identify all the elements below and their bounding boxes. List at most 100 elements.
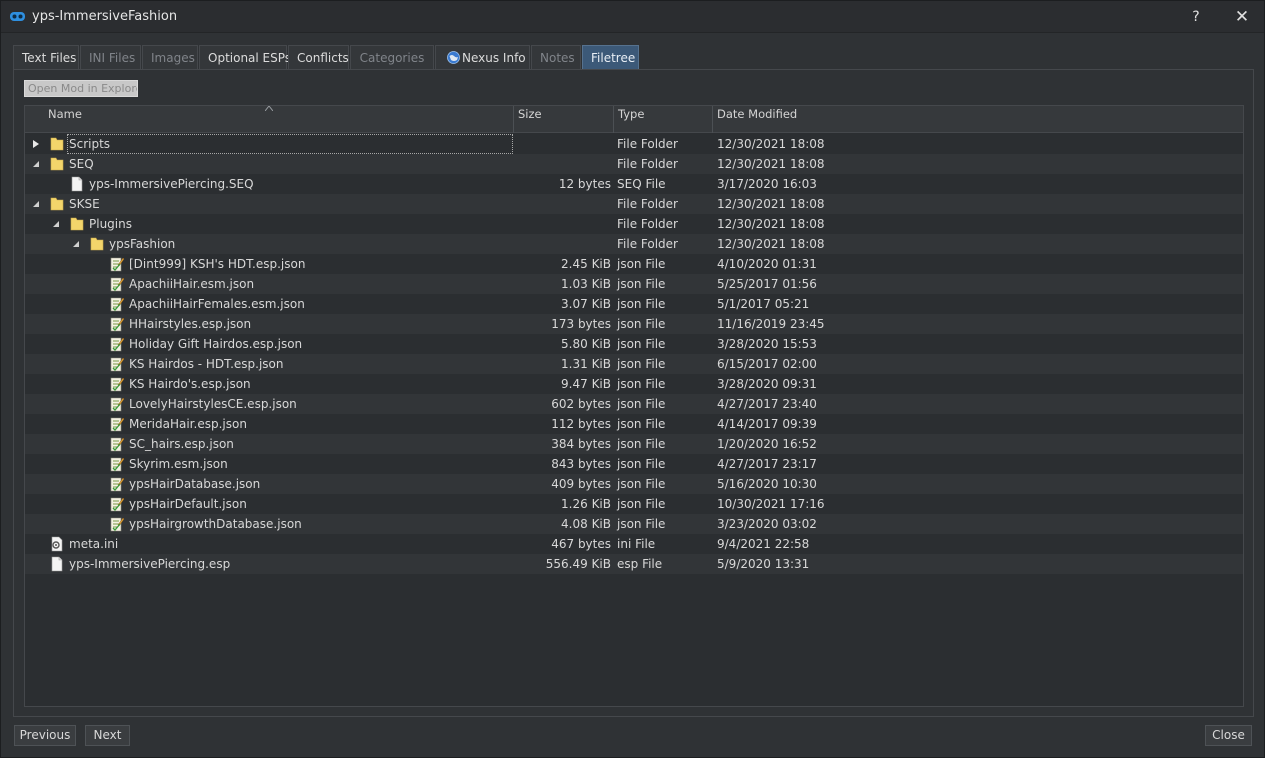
file-name: SEQ: [69, 157, 94, 171]
date-modified: 4/27/2017 23:17: [717, 457, 817, 471]
tree-row[interactable]: ApachiiHairFemales.esm.json 3.07 KiB json …: [25, 294, 1243, 314]
date-modified: 5/25/2017 01:56: [717, 277, 817, 291]
tree-row[interactable]: SKSE File Folder 12/30/2021 18:08: [25, 194, 1243, 214]
tree-row[interactable]: yps-ImmersivePiercing.esp 556.49 KiB esp F…: [25, 554, 1243, 574]
date-modified: 12/30/2021 18:08: [717, 157, 825, 171]
tab-notes[interactable]: Notes: [531, 45, 581, 70]
tree-row[interactable]: Plugins File Folder 12/30/2021 18:08: [25, 214, 1243, 234]
tab-nexus-info[interactable]: Nexus Info: [435, 45, 530, 70]
file-name: [Dint999] KSH's HDT.esp.json: [129, 257, 306, 271]
file-type: SEQ File: [617, 177, 666, 191]
json-file-icon: [110, 417, 125, 432]
file-size: 5.80 KiB: [561, 337, 611, 351]
tree-row[interactable]: ypsHairDefault.json 1.26 KiB json File 10/3…: [25, 494, 1243, 514]
collapse-arrow-icon[interactable]: [72, 240, 80, 248]
date-modified: 12/30/2021 18:08: [717, 137, 825, 151]
globe-icon: [447, 51, 460, 64]
file-name: SC_hairs.esp.json: [129, 437, 234, 451]
tree-row[interactable]: SEQ File Folder 12/30/2021 18:08: [25, 154, 1243, 174]
title-bar[interactable]: yps-ImmersiveFashion ? ✕: [1, 1, 1264, 33]
json-file-icon: [110, 517, 125, 532]
previous-button[interactable]: Previous: [14, 725, 76, 746]
help-button[interactable]: ?: [1173, 1, 1219, 33]
file-name: KS Hairdos - HDT.esp.json: [129, 357, 284, 371]
file-size: 843 bytes: [551, 457, 611, 471]
column-header-date-modified[interactable]: Date Modified: [713, 106, 1243, 133]
file-type: json File: [617, 497, 666, 511]
file-type: json File: [617, 357, 666, 371]
tab-optional-esps[interactable]: Optional ESPs: [199, 45, 291, 70]
expand-arrow-icon[interactable]: [32, 140, 40, 148]
tree-row[interactable]: ApachiiHair.esm.json 1.03 KiB json File 5/2…: [25, 274, 1243, 294]
date-modified: 6/15/2017 02:00: [717, 357, 817, 371]
tree-row[interactable]: KS Hairdos - HDT.esp.json 1.31 KiB json Fi…: [25, 354, 1243, 374]
column-header-type[interactable]: Type: [614, 106, 713, 133]
settings-file-icon: [51, 536, 63, 552]
column-header-size[interactable]: Size: [514, 106, 614, 133]
tab-filetree[interactable]: Filetree: [582, 45, 639, 70]
date-modified: 9/4/2021 22:58: [717, 537, 810, 551]
folder-icon: [50, 197, 64, 211]
tab-images[interactable]: Images: [142, 45, 198, 70]
file-icon: [71, 176, 83, 192]
file-type: json File: [617, 437, 666, 451]
tab-text-files[interactable]: Text Files: [13, 45, 79, 70]
date-modified: 12/30/2021 18:08: [717, 217, 825, 231]
file-name: ypsHairgrowthDatabase.json: [129, 517, 302, 531]
file-name: HHairstyles.esp.json: [129, 317, 252, 331]
tab-categories[interactable]: Categories: [350, 45, 434, 70]
tree-row[interactable]: SC_hairs.esp.json 384 bytes json File 1/20/…: [25, 434, 1243, 454]
file-name: ApachiiHair.esm.json: [129, 277, 255, 291]
tree-row[interactable]: HHairstyles.esp.json 173 bytes json File 11…: [25, 314, 1243, 334]
tree-row[interactable]: yps-ImmersivePiercing.SEQ 12 bytes SEQ Fil…: [25, 174, 1243, 194]
json-file-icon: [110, 397, 125, 412]
date-modified: 3/17/2020 16:03: [717, 177, 817, 191]
tab-ini-files[interactable]: INI Files: [80, 45, 141, 70]
tree-row[interactable]: [Dint999] KSH's HDT.esp.json 2.45 KiB json…: [25, 254, 1243, 274]
date-modified: 1/20/2020 16:52: [717, 437, 817, 451]
date-modified: 5/1/2017 05:21: [717, 297, 810, 311]
tree-row[interactable]: ypsHairDatabase.json 409 bytes json File 5/…: [25, 474, 1243, 494]
file-size: 1.31 KiB: [561, 357, 611, 371]
tree-row[interactable]: meta.ini 467 bytes ini File 9/4/2021 22:58: [25, 534, 1243, 554]
tree-row[interactable]: ypsHairgrowthDatabase.json 4.08 KiB json F…: [25, 514, 1243, 534]
collapse-arrow-icon[interactable]: [32, 200, 40, 208]
json-file-icon: [110, 477, 125, 492]
collapse-arrow-icon[interactable]: [32, 160, 40, 168]
tree-row[interactable]: LovelyHairstylesCE.esp.json 602 bytes json…: [25, 394, 1243, 414]
json-file-icon: [110, 277, 125, 292]
json-file-icon: [110, 437, 125, 452]
file-tree[interactable]: Name Size Type Date Modified Scripts File…: [24, 105, 1244, 707]
close-window-button[interactable]: ✕: [1219, 1, 1265, 33]
file-type: File Folder: [617, 137, 678, 151]
file-size: 9.47 KiB: [561, 377, 611, 391]
date-modified: 4/10/2020 01:31: [717, 257, 817, 271]
app-icon: [10, 12, 25, 21]
date-modified: 3/28/2020 09:31: [717, 377, 817, 391]
tree-row[interactable]: Scripts File Folder 12/30/2021 18:08: [25, 134, 1243, 154]
json-file-icon: [110, 457, 125, 472]
tree-row[interactable]: KS Hairdo's.esp.json 9.47 KiB json File 3/2…: [25, 374, 1243, 394]
json-file-icon: [110, 317, 125, 332]
next-button[interactable]: Next: [85, 725, 130, 746]
file-size: 1.26 KiB: [561, 497, 611, 511]
date-modified: 12/30/2021 18:08: [717, 237, 825, 251]
tree-row[interactable]: Holiday Gift Hairdos.esp.json 5.80 KiB jso…: [25, 334, 1243, 354]
collapse-arrow-icon[interactable]: [52, 220, 60, 228]
tree-row[interactable]: Skyrim.esm.json 843 bytes json File 4/27/20…: [25, 454, 1243, 474]
file-type: ini File: [617, 537, 656, 551]
date-modified: 4/14/2017 09:39: [717, 417, 817, 431]
tree-row[interactable]: MeridaHair.esp.json 112 bytes json File 4/1…: [25, 414, 1243, 434]
file-type: esp File: [617, 557, 663, 571]
tab-bar: Text Files INI Files Images Optional ESP…: [13, 45, 1253, 70]
file-type: json File: [617, 397, 666, 411]
file-type: File Folder: [617, 197, 678, 211]
tab-conflicts[interactable]: Conflicts: [288, 45, 349, 70]
date-modified: 11/16/2019 23:45: [717, 317, 825, 331]
open-mod-in-explorer-button[interactable]: Open Mod in Explorer: [24, 80, 138, 97]
close-button[interactable]: Close: [1205, 725, 1252, 746]
json-file-icon: [110, 377, 125, 392]
file-size: 4.08 KiB: [561, 517, 611, 531]
file-size: 2.45 KiB: [561, 257, 611, 271]
tree-row[interactable]: ypsFashion File Folder 12/30/2021 18:08: [25, 234, 1243, 254]
